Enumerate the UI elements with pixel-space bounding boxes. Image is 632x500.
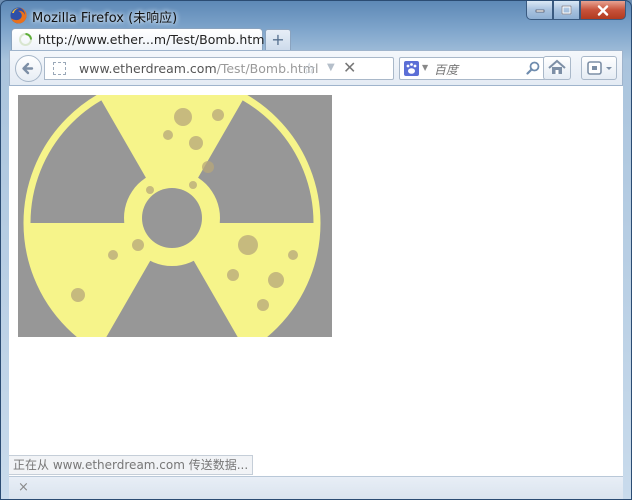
back-button[interactable]: [15, 55, 42, 82]
search-engine-dropdown-icon[interactable]: ▼: [422, 63, 428, 72]
title-bar[interactable]: Mozilla Firefox (未响应): [1, 1, 631, 29]
stop-button[interactable]: ✕: [343, 58, 356, 77]
close-button[interactable]: [580, 1, 626, 20]
maximize-icon: [561, 5, 572, 15]
url-text[interactable]: www.etherdream.com/Test/Bomb.html: [79, 61, 318, 76]
navigation-toolbar: www.etherdream.com/Test/Bomb.html ☆ ▼ ✕ …: [9, 50, 623, 86]
window-controls: [526, 1, 626, 21]
baidu-icon[interactable]: [404, 61, 419, 76]
tab-bomb-html[interactable]: http://www.ether...m/Test/Bomb.html: [11, 28, 268, 50]
addon-bar-close-button[interactable]: ×: [18, 480, 29, 495]
minimize-icon: [535, 9, 544, 13]
search-input[interactable]: [432, 60, 522, 79]
bookmark-star-icon[interactable]: ☆: [302, 59, 316, 78]
browser-window: Mozilla Firefox (未响应) http://www.ether..…: [0, 0, 632, 500]
page-content: 正在从 www.etherdream.com 传送数据...: [9, 86, 623, 476]
history-dropdown-icon[interactable]: ▼: [327, 62, 335, 73]
close-icon: [597, 4, 609, 16]
addon-bar: ×: [9, 476, 623, 499]
addon-puzzle-icon: [587, 61, 612, 75]
radiation-symbol-image: [18, 95, 332, 337]
loading-spinner-icon: [19, 33, 32, 46]
firefox-icon: [10, 7, 27, 24]
back-arrow-icon: [22, 62, 34, 75]
maximize-button[interactable]: [553, 1, 580, 20]
url-bar[interactable]: www.etherdream.com/Test/Bomb.html ☆ ▼ ✕: [44, 57, 394, 80]
window-title: Mozilla Firefox (未响应): [32, 11, 178, 26]
tab-title: http://www.ether...m/Test/Bomb.html: [38, 32, 268, 47]
status-tooltip: 正在从 www.etherdream.com 传送数据...: [9, 455, 254, 475]
site-identity-icon[interactable]: [53, 62, 66, 75]
new-tab-button[interactable]: +: [265, 29, 291, 50]
search-icon[interactable]: [526, 61, 540, 75]
search-bar[interactable]: ▼: [399, 57, 546, 80]
home-button[interactable]: [543, 56, 571, 80]
minimize-button[interactable]: [526, 1, 553, 20]
home-icon: [548, 59, 566, 74]
addons-button[interactable]: [581, 56, 617, 80]
tab-strip: http://www.ether...m/Test/Bomb.html +: [9, 28, 623, 50]
url-host: www.etherdream.com: [79, 61, 217, 76]
